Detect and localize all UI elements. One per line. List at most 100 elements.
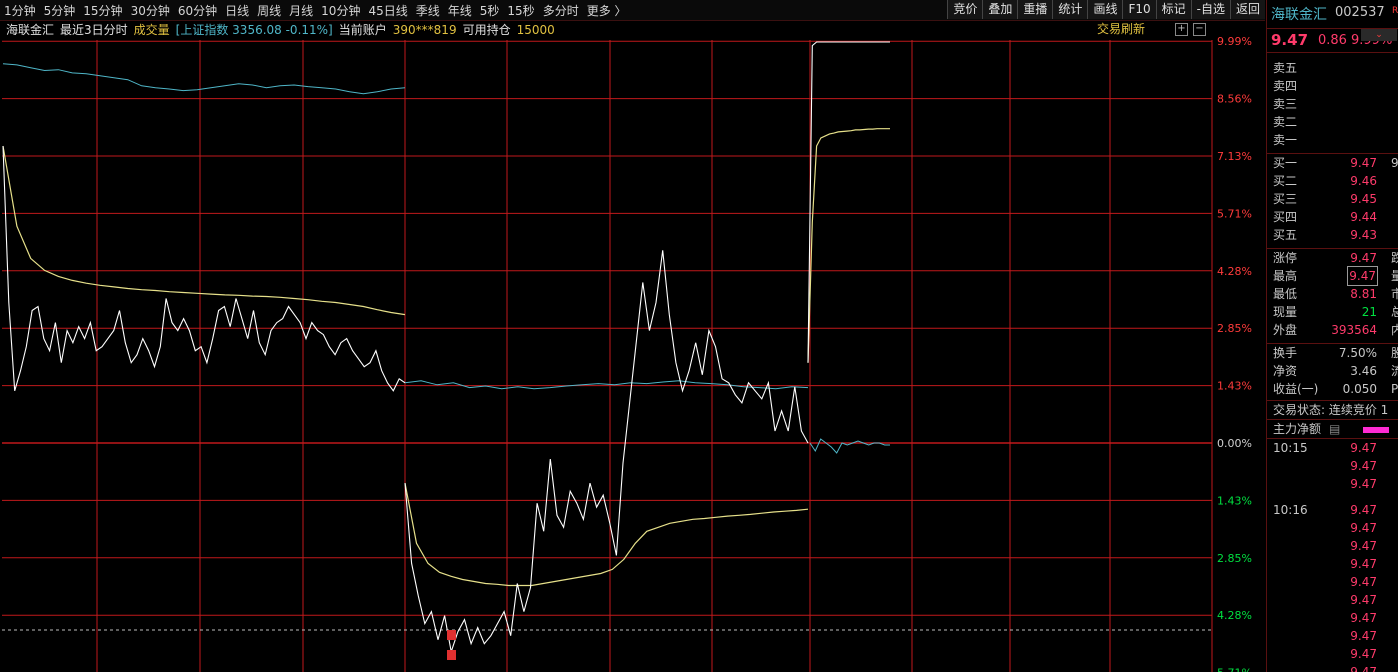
tick-row-10-value: 9.47 <box>1350 629 1377 643</box>
timeframe-4[interactable]: 60分钟 <box>174 2 221 19</box>
timeframe-0[interactable]: 1分钟 <box>0 2 40 19</box>
avg-price-line-day0 <box>2 145 406 316</box>
bid-row-1-value: 9.46 <box>1350 174 1377 188</box>
ask-row-4-label: 卖一 <box>1273 133 1298 147</box>
tool-buttons: 竞价 叠加 重播 统计 画线 F10 标记 -自选 返回 <box>947 0 1265 20</box>
tick-row-7: 9.47 <box>1267 573 1398 591</box>
tool-button-8[interactable]: 返回 <box>1229 0 1265 19</box>
intraday-chart[interactable]: 9.99% 8.56% 7.13% 5.71% 4.28% 2.85% 1.43% 0.00%… <box>0 20 1265 672</box>
y-axis-label: 1.43% <box>1217 380 1252 393</box>
timeframe-7[interactable]: 月线 <box>285 2 317 19</box>
sell-marker <box>447 630 456 640</box>
ask-row-3-label: 卖二 <box>1273 115 1298 129</box>
timeframe-9[interactable]: 45日线 <box>364 2 411 19</box>
stat2-row-0-value: 7.50% <box>1338 346 1377 360</box>
timeframe-3[interactable]: 30分钟 <box>127 2 174 19</box>
tick-row-8-value: 9.47 <box>1350 593 1377 607</box>
tick-row-9: 9.47 <box>1267 609 1398 627</box>
avg-price-line-day1 <box>404 482 809 587</box>
tick-row-3-label: 10:16 <box>1273 503 1308 517</box>
stat2-row-0: 换手 7.50% 股 <box>1267 344 1398 362</box>
price-line-day1 <box>404 250 809 652</box>
bid-row-0-extra: 9 <box>1391 156 1398 170</box>
stat-row-0-value: 9.47 <box>1350 251 1377 265</box>
bid-row-2-label: 买三 <box>1273 192 1298 206</box>
tool-button-3[interactable]: 统计 <box>1052 0 1088 19</box>
timeframe-1[interactable]: 5分钟 <box>40 2 80 19</box>
tick-row-2-value: 9.47 <box>1350 477 1377 491</box>
tick-row-9-value: 9.47 <box>1350 611 1377 625</box>
timeframe-5[interactable]: 日线 <box>221 2 253 19</box>
price-summary: 9.47 0.86 9.99% ⌄ <box>1267 29 1398 53</box>
main-net-bar <box>1363 427 1389 433</box>
y-axis-label: 4.28% <box>1217 609 1252 622</box>
tool-button-7[interactable]: -自选 <box>1190 0 1230 19</box>
bid-row-4-value: 9.43 <box>1350 228 1377 242</box>
timeframe-13[interactable]: 15秒 <box>503 2 538 19</box>
stat-row-1-value: 9.47 <box>1347 266 1378 286</box>
stat2-row-2-value: 0.050 <box>1342 382 1377 396</box>
bid-row-4-label: 买五 <box>1273 228 1298 242</box>
stat2-row-1-extra: 流 <box>1391 362 1398 380</box>
tool-button-2[interactable]: 重播 <box>1017 0 1053 19</box>
bid-row-2-value: 9.45 <box>1350 192 1377 206</box>
tick-row-11: 9.47 <box>1267 645 1398 663</box>
index-line-day0 <box>2 63 406 95</box>
bid-row-0-label: 买一 <box>1273 156 1298 170</box>
tick-row-4-value: 9.47 <box>1350 521 1377 535</box>
timeframe-11[interactable]: 年线 <box>444 2 476 19</box>
panel-stock-name[interactable]: 海联金汇 <box>1271 4 1327 24</box>
index-line-day2 <box>809 438 890 454</box>
last-price: 9.47 <box>1271 31 1309 49</box>
timeframe-12[interactable]: 5秒 <box>476 2 504 19</box>
tick-row-3-value: 9.47 <box>1350 503 1377 517</box>
bid-row-2: 买三 9.45 <box>1267 190 1398 208</box>
ask-row-1: 卖四 <box>1267 77 1398 95</box>
tick-row-6-value: 9.47 <box>1350 557 1377 571</box>
list-icon[interactable]: ▤ <box>1329 420 1340 438</box>
tick-row-1: 9.47 <box>1267 457 1398 475</box>
stat-row-1-extra: 量 <box>1391 267 1398 285</box>
bid-row-4: 买五 9.43 <box>1267 226 1398 244</box>
tool-button-6[interactable]: 标记 <box>1155 0 1191 19</box>
stat2-row-2-extra: P <box>1391 382 1398 396</box>
tick-row-12: 9.47 <box>1267 663 1398 672</box>
tick-list[interactable]: 10:15 9.47 9.47 9.47 10:16 9.47 9.47 9.47 9.47 9.… <box>1267 438 1398 672</box>
stat-row-3-label: 现量 <box>1273 305 1298 319</box>
y-axis-label: 5.71% <box>1217 207 1252 220</box>
tick-row-6: 9.47 <box>1267 555 1398 573</box>
timeframe-10[interactable]: 季线 <box>412 2 444 19</box>
stat2-row-0-extra: 股 <box>1391 344 1398 362</box>
timeframe-6[interactable]: 周线 <box>253 2 285 19</box>
bid-levels: 买一 9.47 9 买二 9.46 买三 9.45 买四 9.44 买五 9.43 <box>1267 153 1398 244</box>
bid-row-3-label: 买四 <box>1273 210 1298 224</box>
stat-row-3: 现量 21 总 <box>1267 303 1398 321</box>
tool-button-4[interactable]: 画线 <box>1087 0 1123 19</box>
stats-block-2: 换手 7.50% 股净资 3.46 流收益(一) 0.050 P <box>1267 343 1398 398</box>
buy-marker <box>447 650 456 660</box>
trade-status-row: 交易状态: 连续竞价 1 <box>1267 400 1398 419</box>
stat-row-4: 外盘 393564 内 <box>1267 321 1398 339</box>
tick-row-5: 9.47 <box>1267 537 1398 555</box>
collapse-icon[interactable]: ⌄ <box>1361 29 1397 41</box>
ask-row-3: 卖二 <box>1267 113 1398 131</box>
timeframe-2[interactable]: 15分钟 <box>79 2 126 19</box>
price-change: 0.86 <box>1318 33 1347 48</box>
panel-stock-code: 002537 <box>1335 5 1385 20</box>
y-axis-label: 2.85% <box>1217 552 1252 565</box>
tool-button-0[interactable]: 竞价 <box>947 0 983 19</box>
tool-button-1[interactable]: 叠加 <box>982 0 1018 19</box>
price-line-day2 <box>807 41 890 363</box>
timeframe-15[interactable]: 更多 〉 <box>583 2 631 19</box>
stat2-row-1-value: 3.46 <box>1350 364 1377 378</box>
ask-levels: 卖五 卖四 卖三 卖二 卖一 <box>1267 53 1398 149</box>
timeframe-14[interactable]: 多分时 <box>539 2 583 19</box>
timeframe-toolbar: 1分钟 5分钟 15分钟 30分钟 60分钟 日线 周线 月线 10分钟 45日线 季线 年线 5秒 15… <box>0 0 1265 21</box>
stat2-row-1-label: 净资 <box>1273 364 1298 378</box>
main-net-row[interactable]: 主力净额 ▤ <box>1267 419 1398 438</box>
tool-button-5[interactable]: F10 <box>1122 0 1156 19</box>
tick-row-8: 9.47 <box>1267 591 1398 609</box>
avg-price-line-day2 <box>807 128 890 363</box>
tick-row-3: 10:16 9.47 <box>1267 501 1398 519</box>
timeframe-8[interactable]: 10分钟 <box>317 2 364 19</box>
